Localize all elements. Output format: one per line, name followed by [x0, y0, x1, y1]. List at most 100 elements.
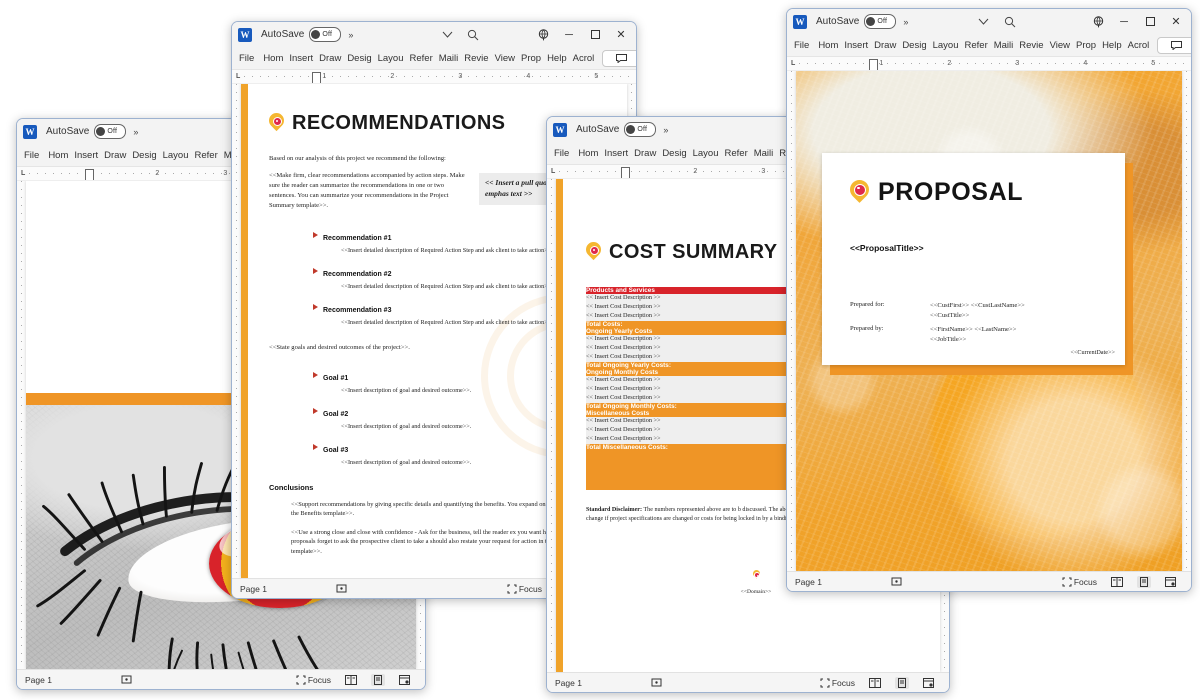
tab-proofing[interactable]: Prop [1073, 38, 1099, 53]
tab-references[interactable]: Refer [722, 146, 751, 161]
minimize-button[interactable]: ─ [556, 24, 582, 46]
tab-view[interactable]: View [1047, 38, 1073, 53]
tab-home[interactable]: Hom [815, 38, 841, 53]
word-window-proposal-cover[interactable]: W AutoSave Off » ─ ✕ File Hom Insert Dra… [786, 8, 1192, 592]
tab-design[interactable]: Desig [129, 148, 159, 163]
accessibility-check-icon[interactable] [121, 674, 132, 685]
autosave-toggle[interactable]: Off [864, 14, 897, 29]
indent-marker[interactable] [621, 167, 631, 178]
status-bar[interactable]: Page 1 Focus [17, 669, 425, 689]
ribbon-tabs[interactable]: File Hom Insert Draw Desig Layou Refer M… [232, 47, 636, 70]
ribbon-display-options-chevron-icon[interactable] [434, 24, 460, 46]
tab-design[interactable]: Desig [899, 38, 929, 53]
tab-proofing[interactable]: Prop [518, 51, 544, 66]
tab-references[interactable]: Refer [407, 51, 436, 66]
page-indicator[interactable]: Page 1 [240, 584, 267, 594]
document-page-proposal-cover[interactable]: PROPOSAL <<ProposalTitle>> Prepared for:… [796, 71, 1182, 571]
close-button[interactable]: ✕ [608, 24, 634, 46]
tab-acrobat[interactable]: Acrol [570, 51, 598, 66]
status-bar[interactable]: Page 1 Focus [547, 672, 949, 692]
document-area[interactable]: PROPOSAL <<ProposalTitle>> Prepared for:… [787, 71, 1191, 571]
tab-insert[interactable]: Insert [841, 38, 871, 53]
comments-button[interactable] [1157, 36, 1191, 54]
focus-mode-button[interactable]: Focus [296, 675, 331, 685]
tab-layout[interactable]: Layou [375, 51, 407, 66]
prepared-by-name[interactable]: <<FirstName>> <<LastName>> [930, 325, 1016, 335]
tab-home[interactable]: Hom [45, 148, 71, 163]
tab-home[interactable]: Hom [575, 146, 601, 161]
read-mode-icon[interactable] [345, 674, 357, 685]
search-icon[interactable] [460, 24, 486, 46]
tab-mailings[interactable]: Maili [436, 51, 462, 66]
share-icon[interactable] [1085, 11, 1111, 33]
ribbon-tabs[interactable]: File Hom Insert Draw Desig Layou Refer M… [787, 34, 1191, 57]
prepared-by-title[interactable]: <<JobTitle>> [930, 335, 1016, 345]
tab-design[interactable]: Desig [344, 51, 374, 66]
tab-draw[interactable]: Draw [871, 38, 899, 53]
prepared-for-title[interactable]: <<CustTitle>> [930, 311, 1025, 321]
accessibility-check-icon[interactable] [891, 576, 902, 587]
indent-marker[interactable] [312, 72, 322, 83]
ruler-track[interactable]: 1 2 3 4 5 [799, 59, 1187, 70]
proposal-title-placeholder[interactable]: <<ProposalTitle>> [850, 243, 924, 253]
web-layout-icon[interactable] [399, 674, 410, 685]
minimize-button[interactable]: ─ [1111, 11, 1137, 33]
tab-help[interactable]: Help [544, 51, 570, 66]
tab-insert[interactable]: Insert [601, 146, 631, 161]
tab-review[interactable]: Revie [1016, 38, 1046, 53]
overflow-chevron-icon[interactable]: » [133, 127, 138, 137]
search-icon[interactable] [997, 11, 1023, 33]
accessibility-check-icon[interactable] [651, 677, 662, 688]
tab-layout[interactable]: Layou [690, 146, 722, 161]
horizontal-ruler[interactable]: L 1 2 3 4 5 [232, 70, 636, 84]
indent-marker[interactable] [85, 169, 95, 180]
tab-home[interactable]: Hom [260, 51, 286, 66]
tab-draw[interactable]: Draw [316, 51, 344, 66]
tab-layout[interactable]: Layou [160, 148, 192, 163]
web-layout-icon[interactable] [1165, 576, 1176, 587]
tab-acrobat[interactable]: Acrol [1125, 38, 1153, 53]
focus-mode-button[interactable]: Focus [507, 584, 542, 594]
page-indicator[interactable]: Page 1 [25, 675, 52, 685]
print-layout-icon[interactable] [895, 676, 909, 689]
tab-file[interactable]: File [552, 146, 575, 161]
horizontal-ruler[interactable]: L 1 2 3 4 5 [787, 57, 1191, 71]
read-mode-icon[interactable] [1111, 576, 1123, 587]
web-layout-icon[interactable] [923, 677, 934, 688]
autosave-toggle[interactable]: Off [624, 122, 657, 137]
maximize-button[interactable] [582, 24, 608, 46]
prepared-for-name[interactable]: <<CustFirst>> <<CustLastName>> [930, 301, 1025, 311]
print-layout-icon[interactable] [371, 673, 385, 686]
tab-help[interactable]: Help [1099, 38, 1125, 53]
overflow-chevron-icon[interactable]: » [903, 17, 908, 27]
focus-mode-button[interactable]: Focus [1062, 577, 1097, 587]
tab-draw[interactable]: Draw [101, 148, 129, 163]
tab-references[interactable]: Refer [962, 38, 991, 53]
focus-mode-button[interactable]: Focus [820, 678, 855, 688]
print-layout-icon[interactable] [1137, 575, 1151, 588]
accessibility-check-icon[interactable] [336, 583, 347, 594]
page-indicator[interactable]: Page 1 [795, 577, 822, 587]
overflow-chevron-icon[interactable]: » [663, 125, 668, 135]
overflow-chevron-icon[interactable]: » [348, 30, 353, 40]
tab-view[interactable]: View [492, 51, 518, 66]
tab-layout[interactable]: Layou [930, 38, 962, 53]
maximize-button[interactable] [1137, 11, 1163, 33]
ribbon-display-options-chevron-icon[interactable] [971, 11, 997, 33]
tab-file[interactable]: File [237, 51, 260, 66]
tab-mailings[interactable]: Maili [991, 38, 1017, 53]
status-bar[interactable]: Page 1 Focus [787, 571, 1191, 591]
page-indicator[interactable]: Page 1 [555, 678, 582, 688]
tab-draw[interactable]: Draw [631, 146, 659, 161]
tab-mailings[interactable]: Maili [751, 146, 777, 161]
share-icon[interactable] [530, 24, 556, 46]
cover-card[interactable]: PROPOSAL <<ProposalTitle>> Prepared for:… [822, 153, 1125, 365]
tab-design[interactable]: Desig [659, 146, 689, 161]
current-date-placeholder[interactable]: <<CurrentDate>> [1070, 349, 1115, 356]
close-button[interactable]: ✕ [1163, 11, 1189, 33]
tab-insert[interactable]: Insert [71, 148, 101, 163]
ruler-track[interactable]: 1 2 3 4 5 [244, 72, 632, 83]
read-mode-icon[interactable] [869, 677, 881, 688]
autosave-toggle[interactable]: Off [94, 124, 127, 139]
autosave-toggle[interactable]: Off [309, 27, 342, 42]
